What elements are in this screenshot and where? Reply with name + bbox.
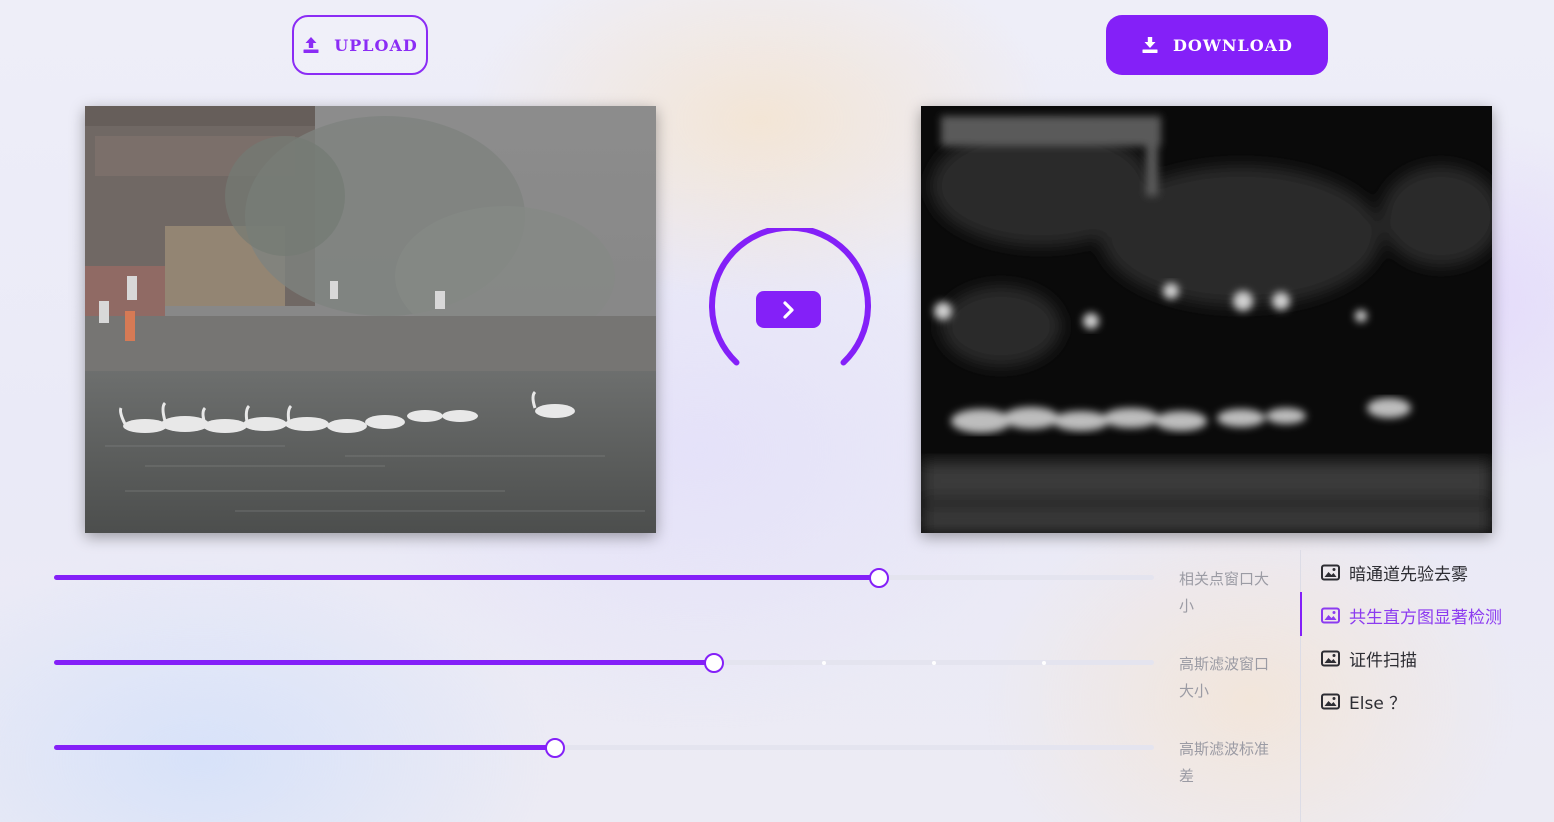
menu-item-document-scan[interactable]: 证件扫描 <box>1321 645 1417 671</box>
download-label: DOWNLOAD <box>1173 35 1293 55</box>
gaussian-sigma-slider[interactable] <box>54 737 1154 759</box>
slider-tick <box>932 661 936 665</box>
output-image-panel <box>921 106 1492 533</box>
input-image <box>85 106 656 533</box>
image-icon <box>1321 693 1340 709</box>
image-icon <box>1321 650 1340 666</box>
menu-item-label: Else ？ <box>1349 693 1407 714</box>
menu-item-saliency[interactable]: 共生直方图显著检测 <box>1321 602 1502 628</box>
slider-fill <box>54 745 555 750</box>
upload-button[interactable]: UPLOAD <box>292 15 428 75</box>
input-image-panel <box>85 106 656 533</box>
gaussian-window-slider[interactable] <box>54 652 1154 674</box>
gaussian-sigma-label: 高斯滤波标准差 <box>1179 740 1270 785</box>
menu-item-dehaze[interactable]: 暗通道先验去雾 <box>1321 559 1468 585</box>
slider-handle[interactable] <box>704 653 724 673</box>
menu-item-label: 共生直方图显著检测 <box>1349 607 1502 628</box>
image-icon <box>1321 607 1340 623</box>
slider-tick <box>822 661 826 665</box>
chevron-right-icon <box>782 300 794 319</box>
output-image <box>921 106 1492 533</box>
upload-icon <box>303 37 319 53</box>
image-icon <box>1321 564 1340 580</box>
slider-tick <box>1042 661 1046 665</box>
slider-handle[interactable] <box>544 738 565 758</box>
run-button[interactable] <box>756 291 821 328</box>
gaussian-window-label: 高斯滤波窗口大小 <box>1179 655 1270 700</box>
menu-item-label: 证件扫描 <box>1349 650 1417 671</box>
download-icon <box>1142 37 1158 53</box>
active-indicator <box>1300 592 1302 636</box>
slider-fill <box>54 660 714 665</box>
algorithm-menu: 暗通道先验去雾 共生直方图显著检测 证件扫描 Else ？ <box>1300 550 1554 822</box>
window-size-label: 相关点窗口大小 <box>1179 570 1270 615</box>
window-size-slider[interactable] <box>54 567 1154 589</box>
menu-item-else[interactable]: Else ？ <box>1321 688 1406 714</box>
slider-fill <box>54 575 879 580</box>
slider-handle[interactable] <box>869 568 889 588</box>
download-button[interactable]: DOWNLOAD <box>1106 15 1328 75</box>
menu-item-label: 暗通道先验去雾 <box>1349 564 1468 585</box>
upload-label: UPLOAD <box>334 35 418 55</box>
